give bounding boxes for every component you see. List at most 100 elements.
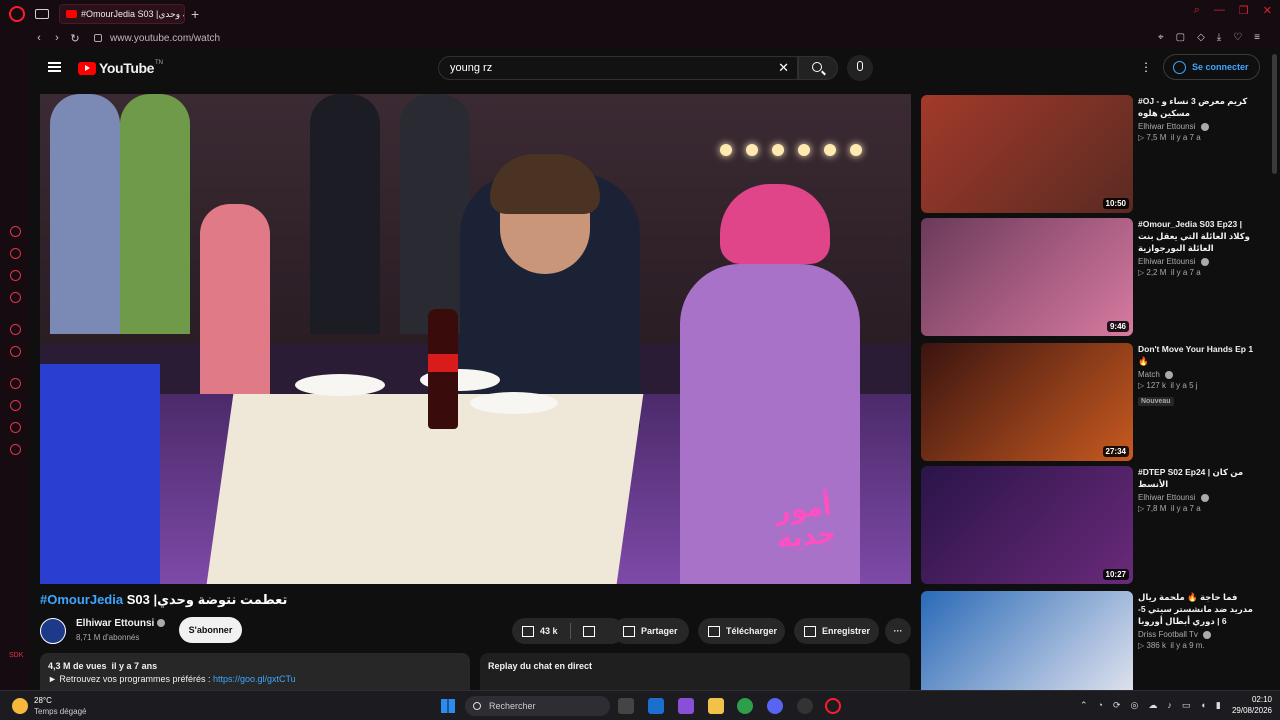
chrome-icon[interactable] [737,698,753,714]
settings-kebab-icon[interactable]: · · · [1143,56,1149,77]
menu-icon[interactable]: ≡ [1254,32,1260,43]
like-count[interactable]: 43 k [540,626,558,636]
snapshot-icon[interactable]: ▢ [1176,32,1185,43]
sidebar-bag-icon[interactable] [10,248,21,259]
tray-volume-icon[interactable]: ◖ [1200,700,1205,711]
recommendation-card[interactable]: 10:50 #OJ - كريم معرض 3 نساء و مسكين هلوه… [921,95,1261,213]
recommendation-card[interactable]: فما حاجة 🔥 ملحمة ريال مدريد ضد مانشستر س… [921,591,1261,690]
back-icon[interactable]: ‹ [30,32,48,44]
account-icon [1173,60,1186,74]
channel-avatar[interactable] [40,618,66,644]
recommendation-card[interactable]: 9:46 #Omour_Jedia S03 Ep23 | وكلاد العائل… [921,218,1261,336]
lock-icon[interactable] [94,34,102,42]
recommendation-title[interactable]: #DTEP S02 Ep24 | من كان الأنسط [1138,466,1260,490]
page-scrollbar[interactable] [1272,54,1277,174]
more-actions-button[interactable]: ··· [885,618,911,644]
sign-in-button[interactable]: Se connecter [1163,54,1260,80]
download-button[interactable]: Télécharger [698,618,785,644]
download-icon[interactable]: ⤓ [1217,32,1221,43]
file-explorer-icon[interactable] [708,698,724,714]
sidebar-twitch-icon[interactable] [10,324,21,335]
sidebar-percent-icon[interactable] [10,346,21,357]
recommendation-channel[interactable]: Match [1138,370,1260,379]
soda-bottle [428,309,458,429]
search-button[interactable] [798,56,838,80]
recommendation-title[interactable]: #OJ - كريم معرض 3 نساء و مسكين هلوه [1138,95,1260,119]
tray-battery-icon[interactable]: ▮ [1216,700,1221,711]
opera-taskbar-icon[interactable] [825,698,841,714]
weather-description[interactable]: Temps dégagé [34,707,86,716]
recommendation-channel[interactable]: Elhiwar Ettounsi [1138,257,1260,266]
recommendation-thumbnail[interactable]: 9:46 [921,218,1133,336]
taskbar-clock[interactable]: 02:10 29/08/2026 [1222,694,1272,716]
forward-icon[interactable]: › [48,32,66,44]
recommendation-channel[interactable]: Driss Football Tv [1138,630,1260,639]
pin-icon[interactable]: ⌖ [1158,32,1164,43]
maximize-icon[interactable]: ❐ [1239,4,1249,17]
recommendation-title[interactable]: Don't Move Your Hands Ep 1 🔥 [1138,343,1260,367]
heart-icon[interactable]: ♡ [1233,32,1242,43]
windows-start-icon[interactable] [441,699,455,713]
youtube-logo-text: YouTube [99,60,155,76]
recommendation-channel[interactable]: Elhiwar Ettounsi [1138,493,1260,502]
close-window-icon[interactable]: ✕ [1263,4,1272,17]
minimize-icon[interactable]: — [1214,4,1225,17]
clear-search-icon[interactable]: ✕ [778,60,789,76]
url-field[interactable]: www.youtube.com/watch [110,33,220,44]
taskbar-search[interactable]: Rechercher [465,696,610,716]
browser-tab-active[interactable]: #OmourJedia S03 |تعطمت نتوضة وحدي ✕ [59,4,185,24]
discord-icon[interactable] [767,698,783,714]
opera-logo-icon[interactable] [9,6,25,22]
tray-mic-icon[interactable]: ♪ [1167,700,1172,711]
reload-icon[interactable]: ↻ [66,32,84,45]
tray-display-icon[interactable]: ▭ [1182,700,1191,711]
tab-workspace-icon[interactable] [35,9,49,19]
sidebar-history-icon[interactable] [10,400,21,411]
thumbs-up-icon[interactable] [522,625,534,637]
sidebar-player-icon[interactable] [10,378,21,389]
tray-network-icon[interactable]: ◎ [1131,700,1139,711]
recommendation-title[interactable]: #Omour_Jedia S03 Ep23 | وكلاد العائلة ال… [1138,218,1260,254]
voice-search-button[interactable] [847,55,873,81]
youtube-logo[interactable]: YouTube TN [78,60,163,76]
video-hashtag[interactable]: #OmourJedia [40,592,123,607]
recommendation-thumbnail[interactable]: 27:34 [921,343,1133,461]
new-tab-button[interactable]: + [191,6,199,22]
sidebar-m-icon[interactable] [10,292,21,303]
search-input[interactable]: young rz ✕ [438,56,798,80]
recommendation-thumbnail[interactable] [921,591,1133,690]
copilot-icon[interactable] [678,698,694,714]
subscribe-button[interactable]: S'abonner [179,617,242,643]
sidebar-messenger-icon[interactable] [10,270,21,281]
recommendation-channel[interactable]: Elhiwar Ettounsi [1138,122,1260,131]
weather-temperature[interactable]: 28°C [34,696,52,705]
search-tabs-icon[interactable]: ⌕ [1194,4,1200,17]
store-icon[interactable] [648,698,664,714]
video-player[interactable]: أمور جدية [40,94,911,584]
shield-icon[interactable]: ◇ [1197,32,1205,43]
recommendation-card[interactable]: 10:27 #DTEP S02 Ep24 | من كان الأنسط Elhiw… [921,466,1261,584]
description-link[interactable]: https://goo.gl/gxtCTu [213,674,296,684]
share-button[interactable]: Partager [613,618,689,644]
sidebar-settings-icon[interactable] [10,444,21,455]
recommendation-thumbnail[interactable]: 10:50 [921,95,1133,213]
description-box[interactable]: 4,3 M de vues il y a 7 ans ► Retrouvez v… [40,653,470,690]
thumbs-down-icon[interactable] [582,625,595,637]
weather-sun-icon[interactable] [12,698,28,714]
tray-chevron-icon[interactable]: ⌃ [1080,700,1088,711]
sidebar-cube-icon[interactable] [10,422,21,433]
tab-title: #OmourJedia S03 |تعطمت نتوضة وحدي [81,8,184,19]
recommendation-title[interactable]: فما حاجة 🔥 ملحمة ريال مدريد ضد مانشستر س… [1138,591,1260,627]
tray-cloud-icon[interactable]: ☁ [1148,700,1157,711]
sidebar-sdk-label[interactable]: SDK [9,652,23,659]
taskview-icon[interactable] [618,698,634,714]
app-icon[interactable] [797,698,813,714]
recommendation-thumbnail[interactable]: 10:27 [921,466,1133,584]
tray-sync-icon[interactable]: ⟳ [1113,700,1121,711]
channel-name[interactable]: Elhiwar Ettounsi [76,618,166,629]
sidebar-aria-icon[interactable] [10,226,21,237]
tray-app-icon[interactable]: ◔ [1098,700,1103,711]
hamburger-menu-icon[interactable] [48,62,61,72]
recommendation-card[interactable]: 27:34 Don't Move Your Hands Ep 1 🔥 Match ▷… [921,343,1261,461]
save-button[interactable]: Enregistrer [794,618,879,644]
